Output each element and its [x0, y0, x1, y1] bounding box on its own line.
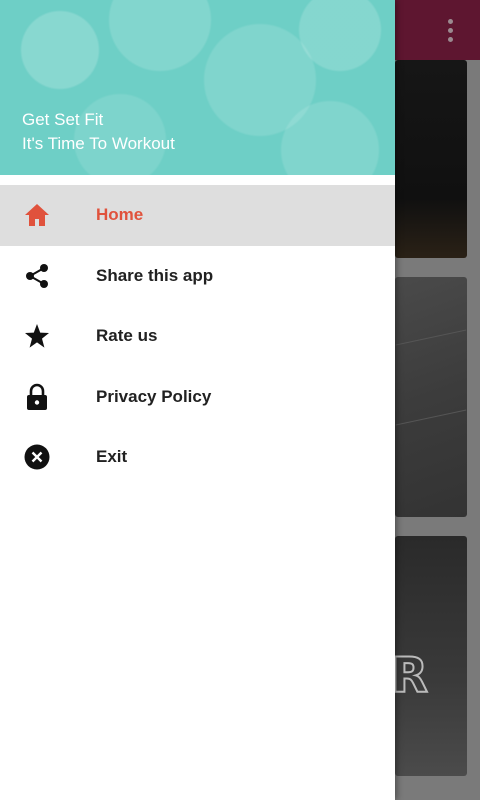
menu-item-home[interactable]: Home [0, 185, 395, 246]
app-subtitle: It's Time To Workout [22, 134, 175, 153]
menu-item-exit[interactable]: Exit [0, 427, 395, 488]
home-icon [24, 202, 50, 228]
menu-item-label: Share this app [96, 265, 214, 285]
app-title: Get Set Fit [22, 110, 104, 129]
menu-item-rate-us[interactable]: Rate us [0, 306, 395, 367]
menu-item-label: Privacy Policy [96, 386, 212, 406]
lock-icon [24, 383, 50, 410]
star-icon [24, 323, 50, 349]
workout-card[interactable] [395, 60, 467, 258]
drawer-header: Get Set Fit It's Time To Workout [0, 0, 395, 175]
close-circle-icon [24, 444, 50, 470]
more-vert-icon[interactable] [438, 12, 462, 48]
menu-item-share[interactable]: Share this app [0, 246, 395, 307]
navigation-drawer: Get Set Fit It's Time To Workout Home Sh… [0, 0, 395, 800]
menu-item-label: Rate us [96, 326, 158, 346]
card-decoration: R [395, 647, 429, 705]
workout-card[interactable]: R [395, 536, 467, 776]
drawer-menu: Home Share this app Rate us Privacy Poli… [0, 185, 395, 488]
share-icon [24, 263, 50, 289]
menu-item-label: Home [96, 205, 144, 225]
workout-card[interactable] [395, 277, 467, 517]
menu-item-privacy-policy[interactable]: Privacy Policy [0, 367, 395, 428]
menu-item-label: Exit [96, 447, 128, 467]
